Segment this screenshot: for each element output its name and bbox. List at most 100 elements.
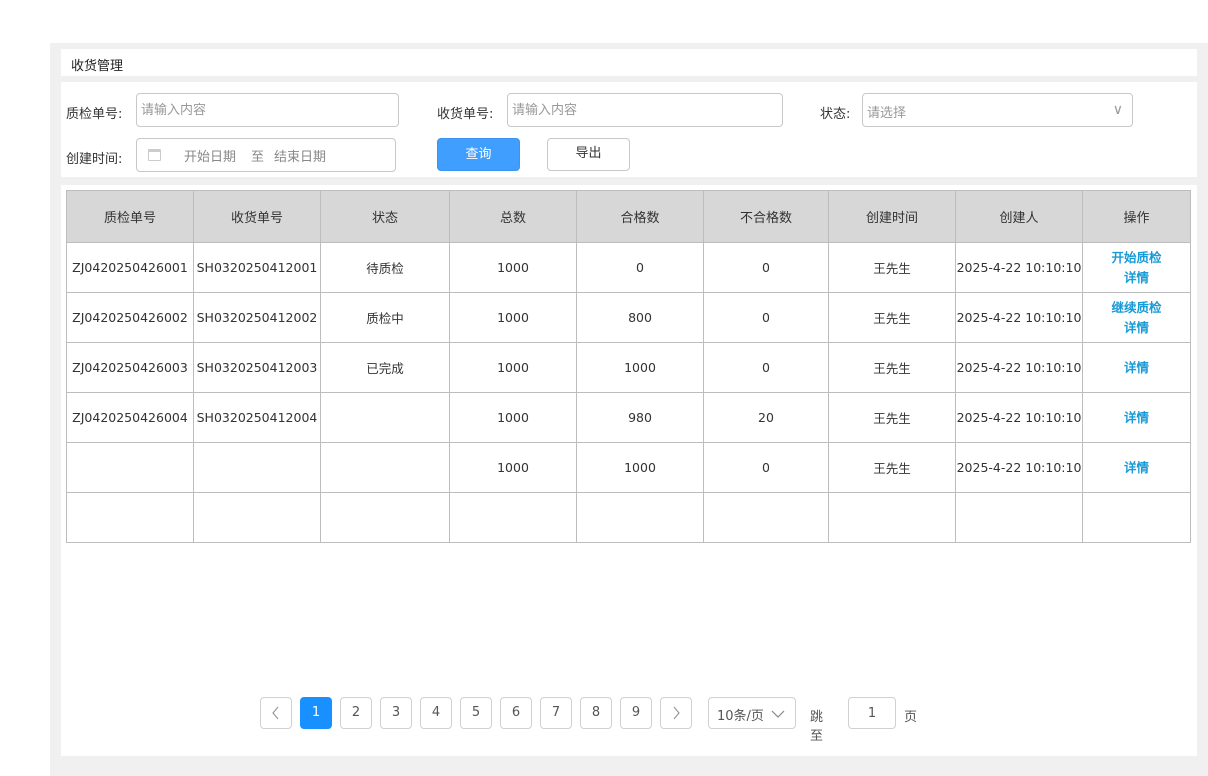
- cell-failed: 0: [703, 242, 829, 293]
- cell-passed: 0: [576, 242, 704, 293]
- table-row: 1000 1000 0 王先生 2025-4-22 10:10:10 详情: [66, 442, 1191, 493]
- cell-created-time: 王先生: [828, 442, 956, 493]
- cell-status: 已完成: [320, 342, 450, 393]
- page-title: 收货管理: [71, 59, 124, 74]
- cell-creator: 2025-4-22 10:10:10: [955, 392, 1083, 443]
- cell-qc-no: [66, 492, 194, 543]
- cell-passed: 980: [576, 392, 704, 443]
- cell-receipt-no: SH0320250412004: [193, 392, 321, 443]
- detail-link[interactable]: 详情: [1084, 358, 1190, 378]
- header-passed: 合格数: [576, 190, 704, 243]
- cell-qc-no: ZJ0420250426004: [66, 392, 194, 443]
- page-size-select[interactable]: 10条/页: [708, 697, 796, 729]
- page-button-4[interactable]: 4: [420, 697, 452, 729]
- cell-created-time: 王先生: [828, 292, 956, 343]
- page-button-5[interactable]: 5: [460, 697, 492, 729]
- receipt-no-label: 收货单号:: [437, 107, 494, 122]
- cell-total: [449, 492, 577, 543]
- cell-failed: 0: [703, 442, 829, 493]
- table-header-row: 质检单号 收货单号 状态 总数 合格数 不合格数 创建时间 创建人 操作: [66, 190, 1191, 243]
- cell-status: 待质检: [320, 242, 450, 293]
- page-button-7[interactable]: 7: [540, 697, 572, 729]
- cell-receipt-no: [193, 442, 321, 493]
- jump-to-label: 跳至: [810, 710, 824, 744]
- cell-total: 1000: [449, 392, 577, 443]
- jump-page-input[interactable]: [848, 697, 896, 729]
- header-status: 状态: [320, 190, 450, 243]
- cell-status: [320, 392, 450, 443]
- start-qc-link[interactable]: 开始质检: [1084, 248, 1190, 268]
- end-date-placeholder[interactable]: 结束日期: [274, 146, 326, 165]
- header-total: 总数: [449, 190, 577, 243]
- header-receipt-no: 收货单号: [193, 190, 321, 243]
- cell-actions: [1082, 492, 1191, 543]
- cell-receipt-no: SH0320250412002: [193, 292, 321, 343]
- cell-creator: 2025-4-22 10:10:10: [955, 292, 1083, 343]
- cell-failed: 0: [703, 342, 829, 393]
- page-button-1[interactable]: 1: [300, 697, 332, 729]
- detail-link[interactable]: 详情: [1084, 408, 1190, 428]
- cell-actions: 开始质检 详情: [1082, 242, 1191, 293]
- cell-qc-no: ZJ0420250426002: [66, 292, 194, 343]
- page-suffix-label: 页: [904, 710, 918, 725]
- cell-passed: 1000: [576, 442, 704, 493]
- cell-status: [320, 442, 450, 493]
- detail-link[interactable]: 详情: [1084, 458, 1190, 478]
- table-row: ZJ0420250426001 SH0320250412001 待质检 1000…: [66, 242, 1191, 293]
- cell-failed: 20: [703, 392, 829, 443]
- cell-status: 质检中: [320, 292, 450, 343]
- cell-created-time: 王先生: [828, 342, 956, 393]
- detail-link[interactable]: 详情: [1084, 268, 1190, 288]
- cell-total: 1000: [449, 242, 577, 293]
- cell-passed: 800: [576, 292, 704, 343]
- cell-created-time: 王先生: [828, 242, 956, 293]
- cell-creator: [955, 492, 1083, 543]
- cell-failed: [703, 492, 829, 543]
- status-select[interactable]: 请选择 ∨: [862, 93, 1133, 127]
- cell-creator: 2025-4-22 10:10:10: [955, 442, 1083, 493]
- created-time-label: 创建时间:: [66, 152, 123, 167]
- cell-qc-no: ZJ0420250426003: [66, 342, 194, 393]
- start-date-placeholder[interactable]: 开始日期: [184, 146, 236, 165]
- cell-creator: 2025-4-22 10:10:10: [955, 242, 1083, 293]
- header-creator: 创建人: [955, 190, 1083, 243]
- page-button-2[interactable]: 2: [340, 697, 372, 729]
- table-row: ZJ0420250426004 SH0320250412004 1000 980…: [66, 392, 1191, 443]
- qc-no-input[interactable]: [136, 93, 399, 127]
- table-row: ZJ0420250426003 SH0320250412003 已完成 1000…: [66, 342, 1191, 393]
- next-page-button[interactable]: [660, 697, 692, 729]
- table-row: ZJ0420250426002 SH0320250412002 质检中 1000…: [66, 292, 1191, 343]
- qc-no-label: 质检单号:: [66, 107, 123, 122]
- cell-total: 1000: [449, 442, 577, 493]
- detail-link[interactable]: 详情: [1084, 318, 1190, 338]
- query-button[interactable]: 查询: [437, 138, 520, 171]
- cell-receipt-no: [193, 492, 321, 543]
- cell-total: 1000: [449, 342, 577, 393]
- receipt-no-input[interactable]: [507, 93, 783, 127]
- chevron-left-icon: [272, 706, 279, 720]
- cell-failed: 0: [703, 292, 829, 343]
- cell-status: [320, 492, 450, 543]
- cell-actions: 详情: [1082, 342, 1191, 393]
- table-row: [66, 492, 1191, 543]
- cell-actions: 详情: [1082, 442, 1191, 493]
- page-size-value: 10条/页: [717, 709, 764, 724]
- header-created-time: 创建时间: [828, 190, 956, 243]
- header-qc-no: 质检单号: [66, 190, 194, 243]
- status-select-placeholder: 请选择: [867, 106, 907, 121]
- prev-page-button[interactable]: [260, 697, 292, 729]
- cell-receipt-no: SH0320250412001: [193, 242, 321, 293]
- page-button-3[interactable]: 3: [380, 697, 412, 729]
- cell-created-time: [828, 492, 956, 543]
- cell-receipt-no: SH0320250412003: [193, 342, 321, 393]
- export-button[interactable]: 导出: [547, 138, 630, 171]
- cell-qc-no: ZJ0420250426001: [66, 242, 194, 293]
- continue-qc-link[interactable]: 继续质检: [1084, 298, 1190, 318]
- created-date-range[interactable]: 开始日期 至 结束日期: [136, 138, 396, 172]
- chevron-right-icon: [673, 706, 680, 720]
- page-button-9[interactable]: 9: [620, 697, 652, 729]
- header-actions: 操作: [1082, 190, 1191, 243]
- page-button-8[interactable]: 8: [580, 697, 612, 729]
- cell-actions: 继续质检 详情: [1082, 292, 1191, 343]
- page-button-6[interactable]: 6: [500, 697, 532, 729]
